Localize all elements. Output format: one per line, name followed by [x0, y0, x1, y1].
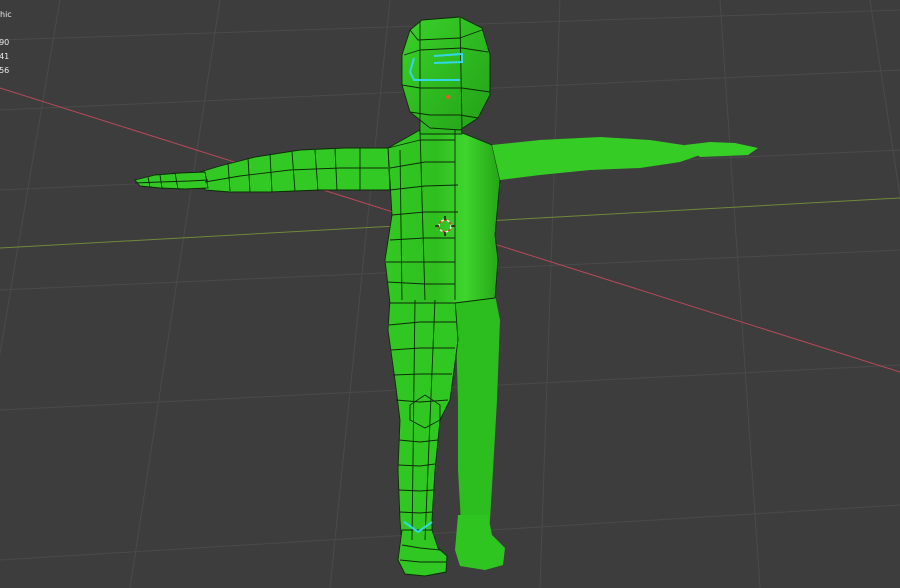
character-mesh[interactable] — [134, 16, 758, 577]
overlay-line-4: 741 — [0, 52, 10, 61]
overlay-line-2: 2 — [0, 22, 12, 36]
right-arm[interactable] — [492, 137, 700, 180]
right-leg — [455, 295, 500, 540]
object-origin-icon[interactable] — [445, 94, 451, 100]
right-foot — [455, 515, 505, 570]
3d-viewport[interactable]: hic 2 690 741 456 — [0, 0, 900, 588]
overlay-line-1: hic — [0, 10, 12, 19]
viewport-canvas[interactable] — [0, 0, 900, 588]
viewport-stats-overlay: hic 2 690 741 456 — [0, 8, 12, 78]
overlay-line-5: 456 — [0, 66, 10, 75]
overlay-line-3: 690 — [0, 38, 10, 47]
left-foot — [397, 529, 448, 577]
torso — [384, 129, 501, 304]
left-leg — [387, 299, 459, 546]
